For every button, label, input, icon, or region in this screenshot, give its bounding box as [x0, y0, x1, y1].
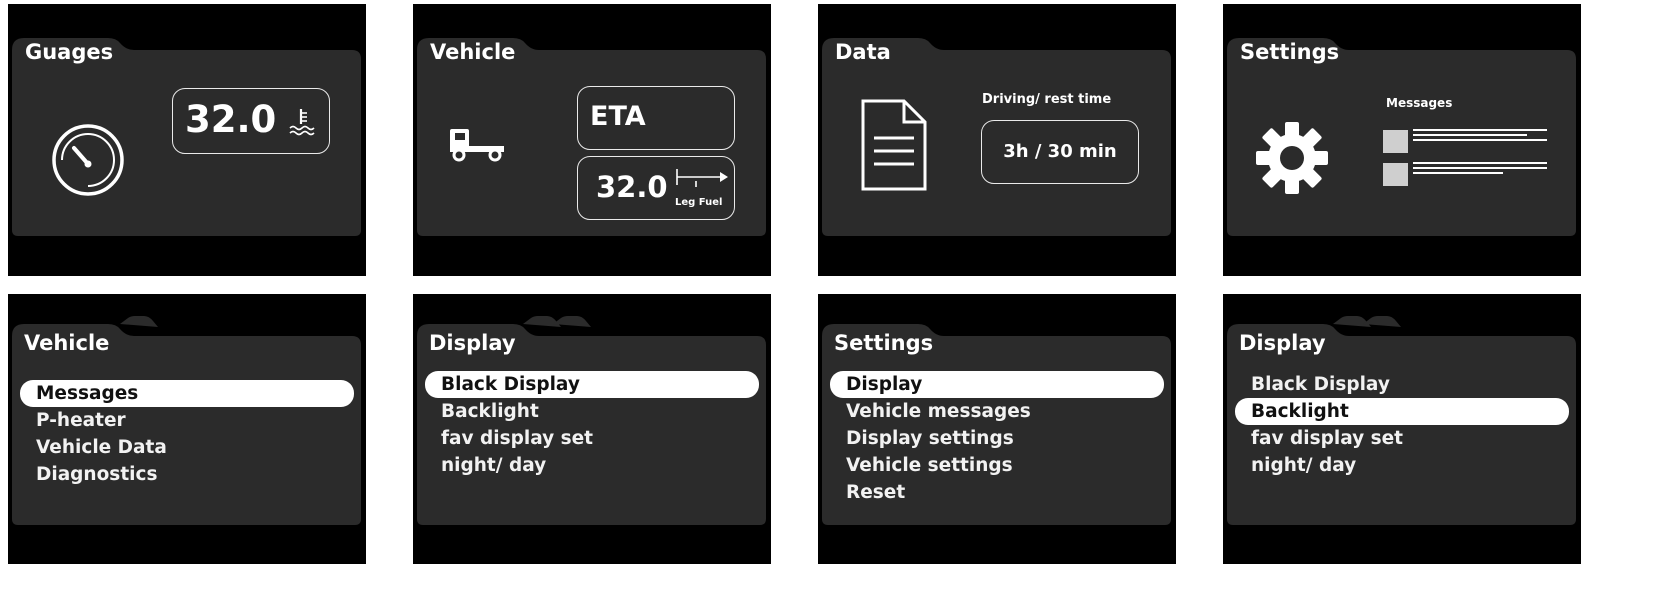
leg-fuel-value: 32.0: [596, 170, 668, 204]
settings-screen: Settings Messages: [1223, 4, 1581, 276]
menu-list: Messages P-heater Vehicle Data Diagnosti…: [20, 380, 354, 488]
menu-item-night-day[interactable]: night/ day: [425, 452, 759, 479]
driving-rest-readout: 3h / 30 min: [981, 120, 1139, 184]
coolant-temperature-icon: [289, 109, 315, 136]
menu-item-fav-display-set[interactable]: fav display set: [425, 425, 759, 452]
leg-fuel-label: Leg Fuel: [675, 197, 723, 208]
display-menu-screen: Display Black Display Backlight fav disp…: [413, 294, 771, 564]
temperature-value: 32.0: [185, 98, 277, 141]
menu-item-reset[interactable]: Reset: [830, 479, 1164, 506]
menu-item-vehicle-settings[interactable]: Vehicle settings: [830, 452, 1164, 479]
message-list-icon: [1383, 129, 1547, 186]
menu-item-diagnostics[interactable]: Diagnostics: [20, 461, 354, 488]
messages-caption: Messages: [1386, 96, 1453, 110]
menu-item-night-day[interactable]: night/ day: [1235, 452, 1569, 479]
data-screen: Data Driving/ rest time 3h / 30 min: [818, 4, 1176, 276]
driving-rest-caption: Driving/ rest time: [982, 92, 1112, 107]
menu-item-backlight[interactable]: Backlight: [1235, 398, 1569, 425]
eta-label: ETA: [590, 101, 646, 132]
truck-icon: [450, 129, 504, 162]
menu-item-vehicle-messages[interactable]: Vehicle messages: [830, 398, 1164, 425]
vehicle-menu-screen: Vehicle Messages P-heater Vehicle Data D…: [8, 294, 366, 564]
menu-title: Vehicle: [24, 331, 110, 355]
speedometer-icon: [52, 124, 124, 196]
screen-title: Settings: [1240, 40, 1340, 64]
screen-title: Data: [835, 40, 891, 64]
temperature-readout: 32.0: [172, 88, 330, 154]
display-menu-screen-backlight: Display Black Display Backlight fav disp…: [1223, 294, 1581, 564]
menu-list: Display Vehicle messages Display setting…: [830, 371, 1164, 506]
eta-field[interactable]: ETA: [577, 86, 735, 150]
menu-item-backlight[interactable]: Backlight: [425, 398, 759, 425]
driving-rest-value: 3h / 30 min: [1003, 141, 1117, 162]
menu-title: Display: [429, 331, 516, 355]
gauges-screen: Guages 32.0: [8, 4, 366, 276]
menu-item-vehicle-data[interactable]: Vehicle Data: [20, 434, 354, 461]
gear-icon: [1256, 122, 1328, 194]
menu-item-messages[interactable]: Messages: [20, 380, 354, 407]
menu-item-black-display[interactable]: Black Display: [1235, 371, 1569, 398]
menu-title: Settings: [834, 331, 934, 355]
menu-item-display[interactable]: Display: [830, 371, 1164, 398]
menu-item-p-heater[interactable]: P-heater: [20, 407, 354, 434]
settings-menu-screen: Settings Display Vehicle messages Displa…: [818, 294, 1176, 564]
screen-title: Guages: [25, 40, 114, 64]
menu-item-black-display[interactable]: Black Display: [425, 371, 759, 398]
leg-fuel-readout: 32.0 Leg Fuel: [577, 156, 735, 220]
menu-list: Black Display Backlight fav display set …: [425, 371, 759, 479]
menu-item-fav-display-set[interactable]: fav display set: [1235, 425, 1569, 452]
menu-item-display-settings[interactable]: Display settings: [830, 425, 1164, 452]
menu-list: Black Display Backlight fav display set …: [1235, 371, 1569, 479]
document-icon: [861, 99, 927, 191]
range-arrow-icon: [676, 169, 728, 187]
screen-title: Vehicle: [430, 40, 516, 64]
menu-title: Display: [1239, 331, 1326, 355]
vehicle-screen: Vehicle ETA 32.0 Leg Fuel: [413, 4, 771, 276]
